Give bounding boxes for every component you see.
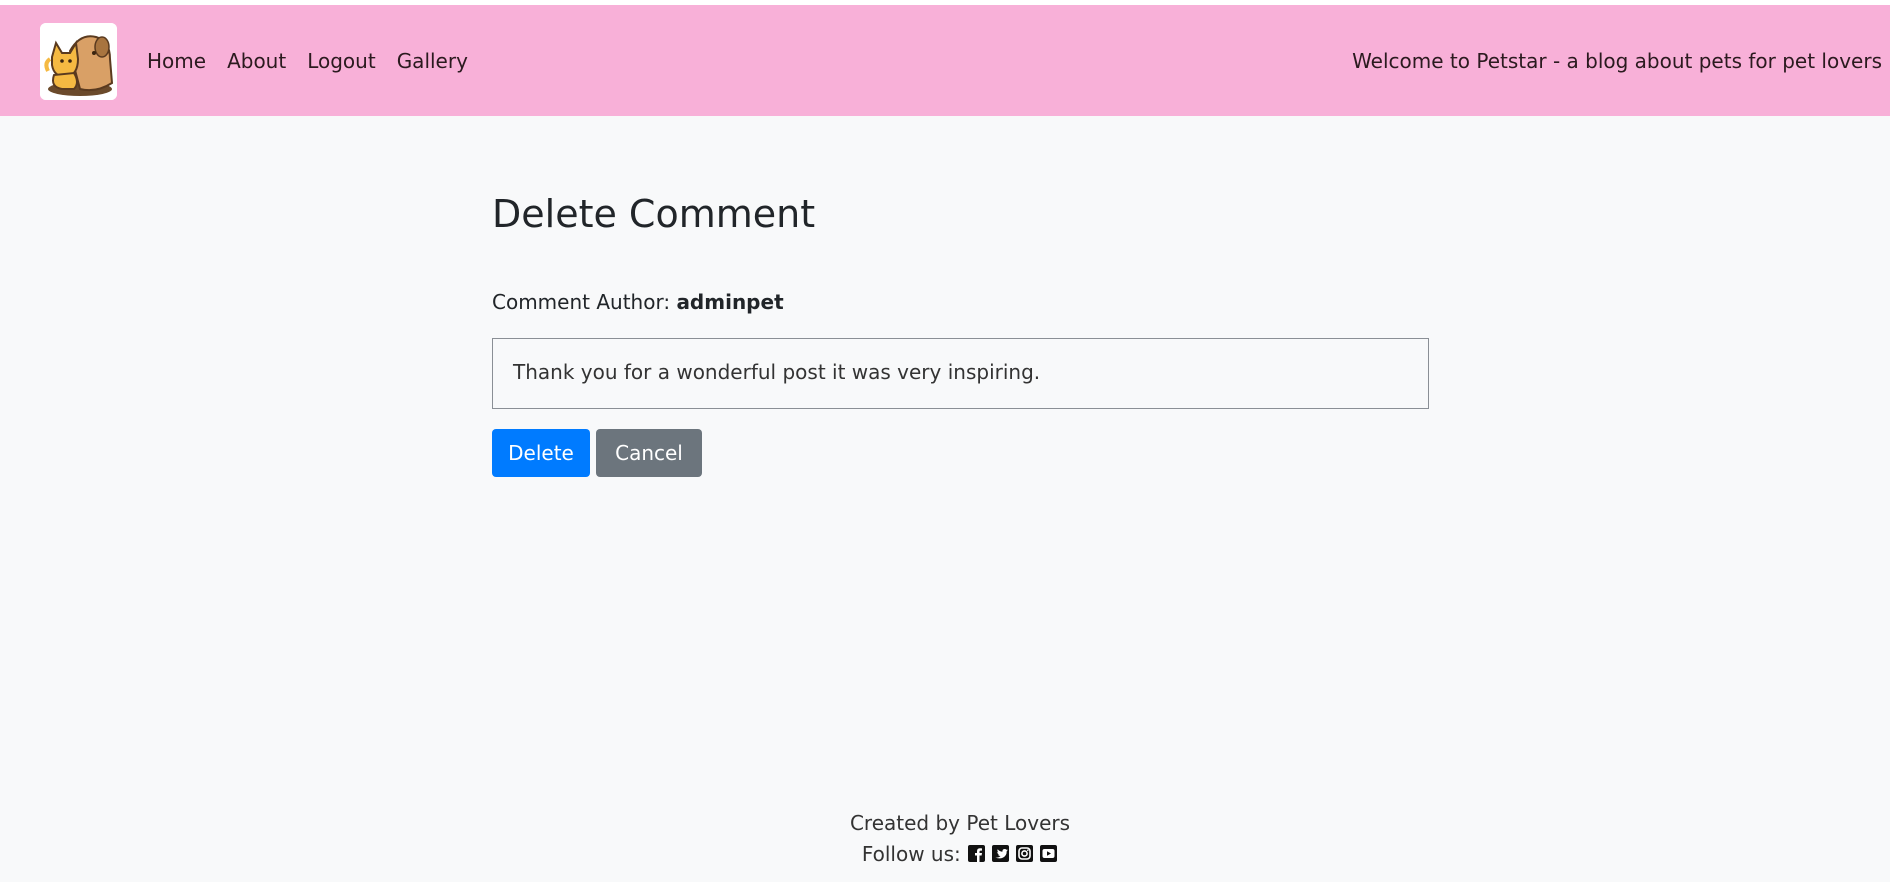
nav-links: Home About Logout Gallery	[147, 49, 489, 73]
social-links	[967, 844, 1058, 863]
cancel-button[interactable]: Cancel	[596, 429, 702, 477]
facebook-icon[interactable]	[967, 844, 986, 863]
comment-author-name: adminpet	[676, 290, 784, 314]
comment-author-label: Comment Author:	[492, 290, 677, 314]
footer-credit: Created by Pet Lovers	[849, 811, 1071, 835]
nav-gallery-link[interactable]: Gallery	[397, 49, 468, 73]
brand-logo[interactable]	[40, 23, 117, 100]
nav-about-link[interactable]: About	[227, 49, 286, 73]
page-title: Delete Comment	[492, 192, 816, 236]
instagram-icon[interactable]	[1015, 844, 1034, 863]
footer: Created by Pet Lovers Follow us:	[0, 808, 1890, 870]
follow-label: Follow us:	[861, 842, 968, 866]
nav-logout-link[interactable]: Logout	[307, 49, 375, 73]
welcome-text: Welcome to Petstar - a blog about pets f…	[1352, 49, 1882, 73]
pets-logo-icon	[40, 23, 117, 100]
footer-follow: Follow us:	[0, 839, 1890, 870]
twitter-icon[interactable]	[991, 844, 1010, 863]
navbar: Home About Logout Gallery Welcome to Pet…	[0, 5, 1890, 116]
comment-author: Comment Author: adminpet	[492, 290, 784, 314]
nav-home-link[interactable]: Home	[147, 49, 206, 73]
youtube-icon[interactable]	[1039, 844, 1058, 863]
delete-button[interactable]: Delete	[492, 429, 590, 477]
comment-body: Thank you for a wonderful post it was ve…	[492, 338, 1429, 409]
